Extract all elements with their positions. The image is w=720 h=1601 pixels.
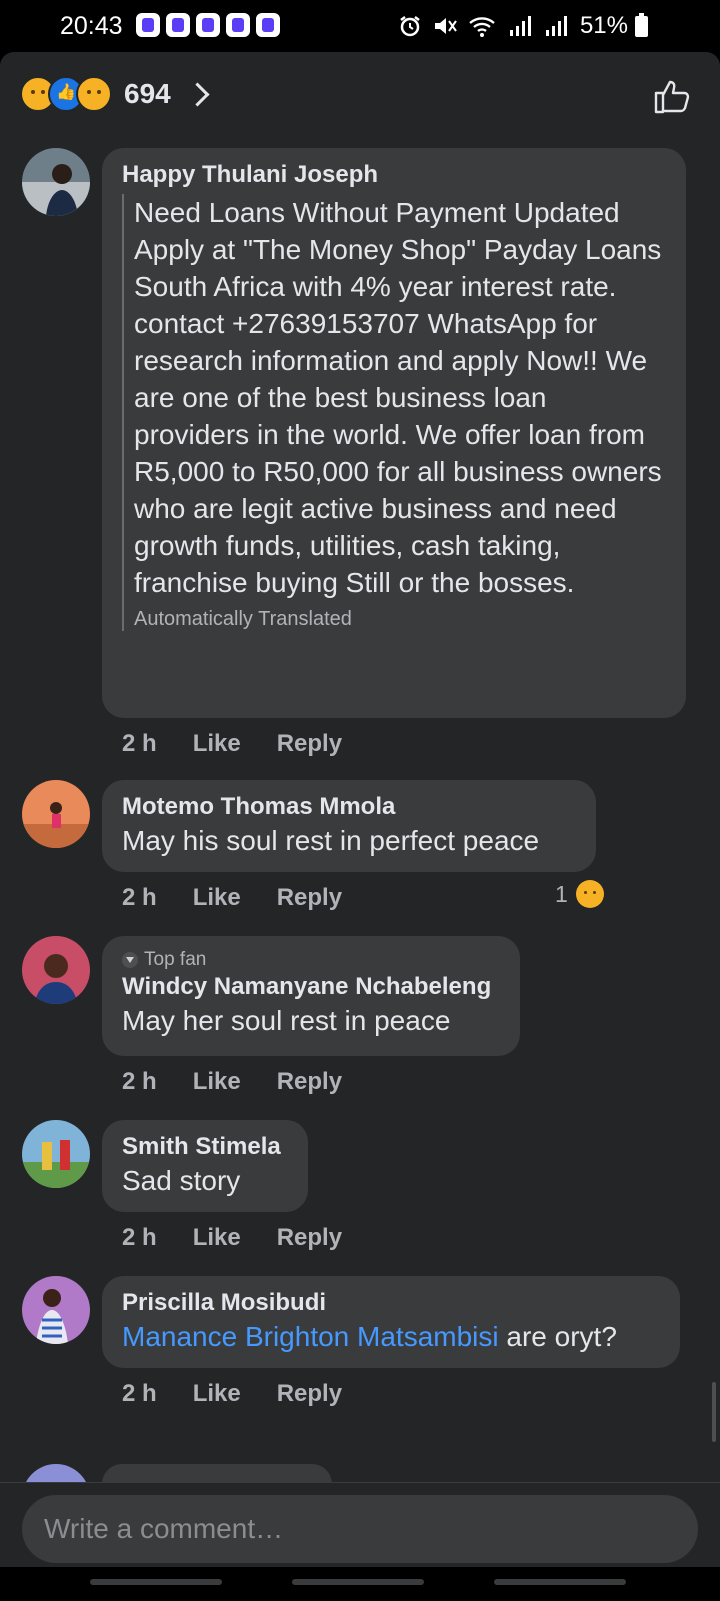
comment-time: 2 h [122, 884, 157, 911]
status-time: 20:43 [60, 12, 123, 40]
nav-home-button[interactable] [292, 1579, 424, 1585]
reply-button[interactable]: Reply [277, 1068, 342, 1096]
navigation-bar [0, 1567, 720, 1601]
comment-reaction-count: 1 [555, 880, 568, 907]
like-button[interactable]: Like [193, 884, 241, 912]
alarm-icon [400, 16, 420, 37]
comment-actions: 2 h Like Reply [122, 1224, 342, 1252]
p-app-icon [196, 13, 220, 37]
reply-button[interactable]: Reply [277, 1380, 342, 1408]
comment-actions: 2 h Like Reply [122, 730, 342, 758]
comment-text: Manance Brighton Matsambisi are oryt? [122, 1318, 660, 1355]
p-app-icon [166, 13, 190, 37]
reaction-count: 694 [124, 78, 171, 109]
comment-text: Sad story [122, 1165, 241, 1196]
like-button[interactable]: Like [193, 1068, 241, 1096]
like-outline-icon[interactable] [652, 76, 692, 116]
comment-author[interactable]: Windcy Namanyane Nchabeleng [122, 972, 500, 1002]
comment-text: May her soul rest in peace [122, 1005, 451, 1036]
reaction-summary[interactable]: 694 [20, 76, 210, 112]
p-app-icon [256, 13, 280, 37]
comment-bubble[interactable]: Priscilla Mosibudi Manance Brighton Mats… [102, 1276, 680, 1368]
sad-reaction-icon [575, 880, 604, 908]
comment-author[interactable]: Smith Stimela [122, 1132, 288, 1162]
comment-actions: 2 h Like Reply [122, 884, 342, 912]
battery-percentage: 51% [579, 12, 628, 39]
comments-sheet: 694 Happy Thulani Joseph Need Loans With… [0, 52, 720, 1600]
wow-reaction-icon [76, 76, 112, 112]
diamond-icon [122, 952, 138, 968]
comment-author[interactable]: Happy Thulani Joseph [122, 160, 666, 190]
avatar[interactable] [22, 148, 90, 216]
mute-icon [434, 18, 457, 34]
comment-reaction[interactable]: 1 [555, 880, 604, 908]
comment-bubble[interactable]: Happy Thulani Joseph Need Loans Without … [102, 148, 686, 718]
battery-icon [635, 13, 648, 37]
avatar[interactable] [22, 936, 90, 1004]
comment-text: Need Loans Without Payment Updated Apply… [134, 197, 662, 598]
comment-actions: 2 h Like Reply [122, 1068, 342, 1096]
comment-input[interactable] [22, 1495, 698, 1563]
like-button[interactable]: Like [193, 1380, 241, 1408]
wifi-icon [469, 17, 495, 37]
comment-time: 2 h [122, 1224, 157, 1251]
system-icons: 51% [398, 12, 650, 40]
reply-button[interactable]: Reply [277, 884, 342, 912]
translation-label[interactable]: Automatically Translated [134, 607, 666, 631]
reply-button[interactable]: Reply [277, 1224, 342, 1252]
avatar[interactable] [22, 1120, 90, 1188]
avatar[interactable] [22, 780, 90, 848]
translated-block: Need Loans Without Payment Updated Apply… [122, 194, 666, 631]
p-app-icon [136, 13, 160, 37]
top-fan-label: Top fan [144, 949, 207, 970]
chevron-right-icon [185, 81, 210, 107]
comment-time: 2 h [122, 730, 157, 757]
nav-recents-button[interactable] [90, 1579, 222, 1585]
notification-icons [136, 13, 280, 37]
comment-author[interactable]: Motemo Thomas Mmola [122, 792, 576, 822]
comment-text-rest: are oryt? [498, 1321, 617, 1352]
avatar[interactable] [22, 1276, 90, 1344]
scrollbar[interactable] [712, 1382, 716, 1442]
reply-button[interactable]: Reply [277, 730, 342, 758]
comment-text: May his soul rest in perfect peace [122, 825, 540, 856]
mention-link[interactable]: Manance Brighton Matsambisi [122, 1321, 499, 1352]
comment-author[interactable]: Priscilla Mosibudi [122, 1288, 660, 1318]
comment-time: 2 h [122, 1068, 157, 1095]
like-button[interactable]: Like [193, 1224, 241, 1252]
p-app-icon [226, 13, 250, 37]
signal-icon [509, 16, 531, 36]
nav-back-button[interactable] [494, 1579, 626, 1585]
comment-composer [0, 1482, 720, 1601]
signal-icon-2 [545, 16, 567, 36]
comment-bubble[interactable]: Motemo Thomas Mmola May his soul rest in… [102, 780, 596, 872]
comment-bubble[interactable]: Top fan Windcy Namanyane Nchabeleng May … [102, 936, 520, 1056]
comment-time: 2 h [122, 1380, 157, 1407]
comment-bubble[interactable]: Smith Stimela Sad story [102, 1120, 308, 1212]
like-button[interactable]: Like [193, 730, 241, 758]
top-fan-badge: Top fan [122, 948, 500, 972]
comment-actions: 2 h Like Reply [122, 1380, 342, 1408]
status-bar: 20:43 51% [0, 0, 720, 52]
